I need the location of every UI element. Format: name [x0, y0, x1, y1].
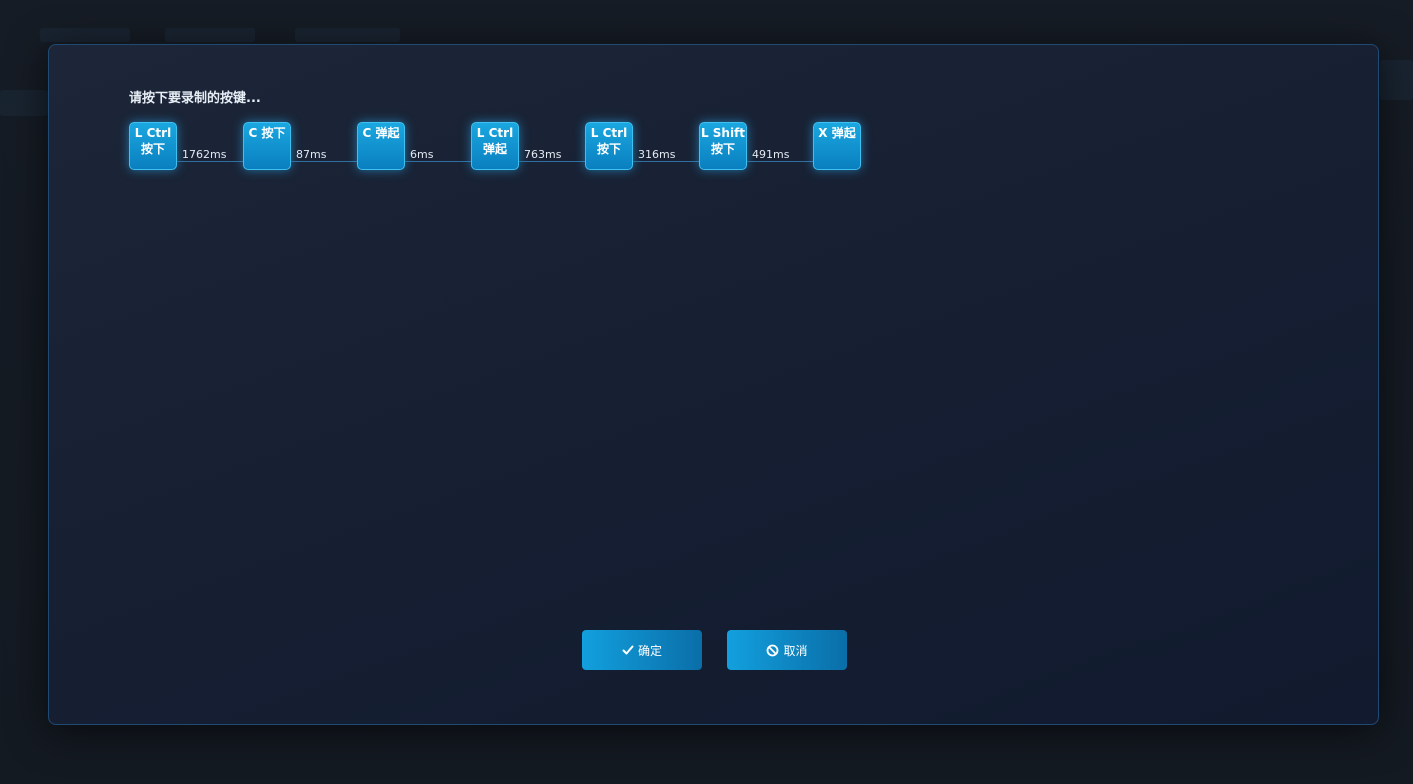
key-label: L Ctrl [476, 126, 514, 140]
interval: 6ms [405, 148, 471, 162]
interval: 763ms [519, 148, 585, 162]
interval: 491ms [747, 148, 813, 162]
key-event-x-up: X 弹起 [813, 122, 861, 170]
key-label: X 弹起 [818, 126, 856, 140]
check-icon [622, 645, 634, 655]
key-action: 按下 [140, 142, 165, 156]
record-keys-dialog: 请按下要录制的按键... L Ctrl 按下 1762ms C 按下 87ms … [48, 44, 1379, 725]
background-tab [295, 28, 400, 42]
key-action: 按下 [710, 142, 735, 156]
confirm-label: 确定 [637, 643, 662, 658]
background-panel-item [1380, 60, 1413, 100]
background-sidebar-item [0, 90, 48, 116]
cancel-button[interactable]: 取消 [727, 630, 847, 670]
background-tab [40, 28, 130, 42]
key-action: 弹起 [482, 142, 507, 156]
key-event-c-down: C 按下 [243, 122, 291, 170]
key-event-c-up: C 弹起 [357, 122, 405, 170]
cancel-label: 取消 [783, 643, 808, 658]
key-label: L Ctrl [590, 126, 628, 140]
ban-icon [767, 644, 779, 656]
interval: 87ms [291, 148, 357, 162]
key-action: 按下 [596, 142, 621, 156]
key-label: L Ctrl [134, 126, 172, 140]
key-event-ctrl-down: L Ctrl 按下 [129, 122, 177, 170]
key-event-shift-down: L Shift 按下 [699, 122, 747, 170]
key-label: L Shift [700, 126, 746, 140]
interval: 316ms [633, 148, 699, 162]
key-event-ctrl-up: L Ctrl 弹起 [471, 122, 519, 170]
key-label: C 弹起 [362, 126, 400, 140]
key-event-ctrl-down: L Ctrl 按下 [585, 122, 633, 170]
key-label: C 按下 [248, 126, 286, 140]
confirm-button[interactable]: 确定 [582, 630, 702, 670]
interval: 1762ms [177, 148, 243, 162]
background-tab [165, 28, 255, 42]
key-sequence: L Ctrl 按下 1762ms C 按下 87ms C 弹起 6ms L Ct… [129, 122, 869, 172]
record-prompt: 请按下要录制的按键... [129, 91, 261, 106]
